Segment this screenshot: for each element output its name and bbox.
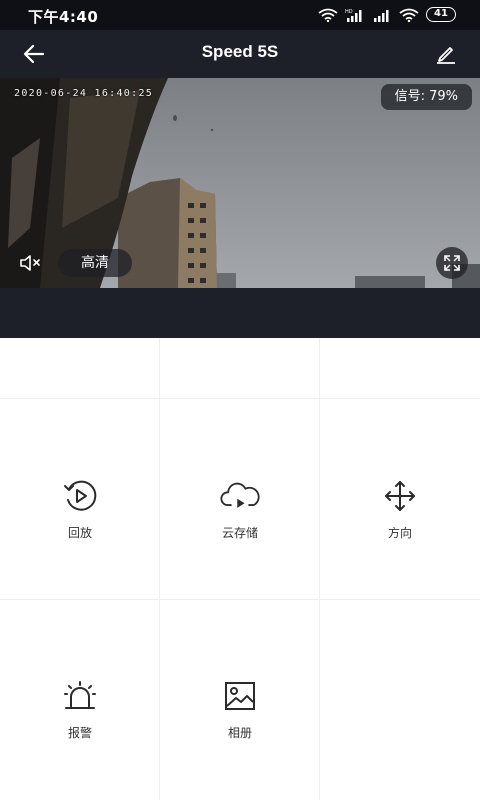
fullscreen-button[interactable] [436,247,468,279]
video-control-band [0,288,480,338]
quality-button[interactable]: 高清 [58,249,132,277]
hd-signal-icon: HD [345,9,362,22]
menu-label-album: 相册 [227,726,252,740]
mute-button[interactable] [18,252,44,274]
svg-text:HD: HD [345,9,353,15]
video-timestamp: 2020-06-24 16:40:25 [14,88,154,99]
function-grid: 回放 云存储 方向 报警 相册 [0,338,480,800]
signal-badge: 信号: 79% [380,84,472,110]
app-bar: Speed 5S [0,30,480,78]
menu-item-cloud-storage[interactable]: 云存储 [160,476,320,541]
edit-button[interactable] [432,40,460,68]
status-bar: 下午4:40 HD 41 [0,0,480,30]
status-icons: HD 41 [318,7,456,22]
cloud-storage-icon [220,476,260,516]
menu-label-direction: 方向 [387,526,412,540]
alarm-icon [60,676,100,716]
status-time: 下午4:40 [28,8,99,26]
live-video[interactable]: 2020-06-24 16:40:25 信号: 79% 高清 [0,78,480,288]
menu-label-cloud-storage: 云存储 [221,526,258,540]
cell-signal-icon [374,9,389,22]
menu-item-alarm[interactable]: 报警 [0,676,160,741]
direction-icon [380,476,420,516]
wifi-icon-2 [399,8,419,22]
playback-icon [60,476,100,516]
menu-item-playback[interactable]: 回放 [0,476,160,541]
speaker-muted-icon [20,255,40,271]
grid-divider [0,398,480,399]
menu-item-album[interactable]: 相册 [160,676,320,741]
menu-item-direction[interactable]: 方向 [320,476,480,541]
pencil-icon [437,47,455,64]
menu-label-playback: 回放 [67,526,92,540]
page-title: Speed 5S [201,42,279,61]
album-icon [220,676,260,716]
wifi-icon [318,8,338,22]
grid-divider [0,599,480,600]
expand-icon [444,255,460,271]
menu-label-alarm: 报警 [67,726,92,740]
battery-icon: 41 [426,7,456,22]
